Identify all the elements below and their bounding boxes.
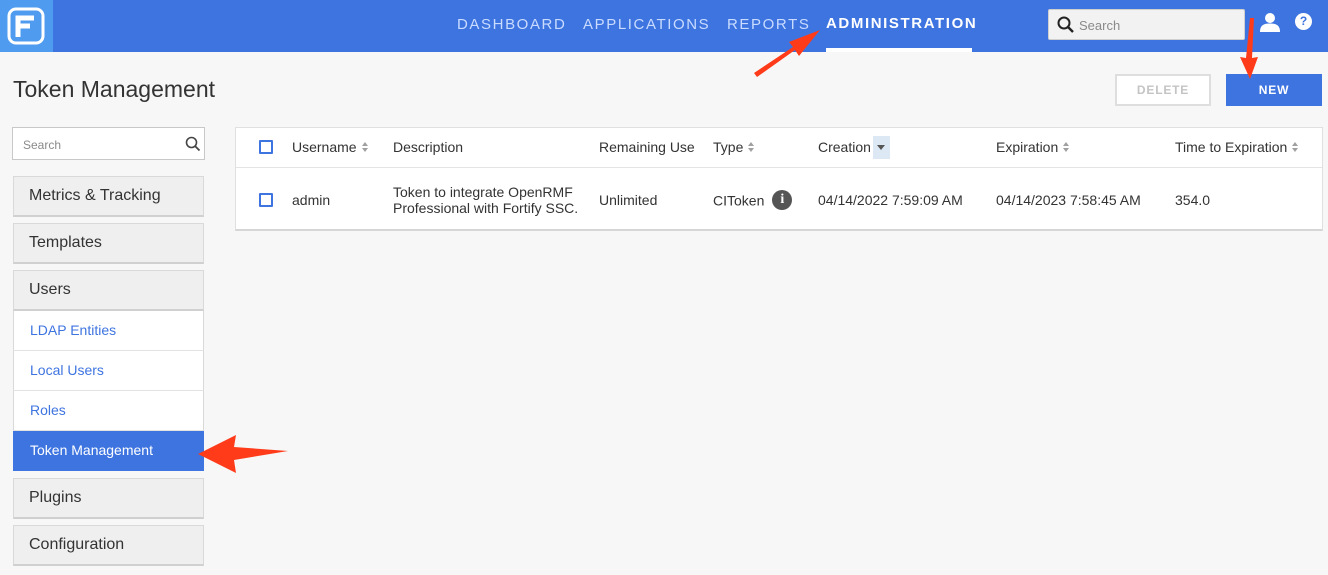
- sidebar-group-plugins[interactable]: Plugins: [13, 478, 204, 519]
- column-creation[interactable]: Creation: [818, 128, 890, 168]
- info-icon[interactable]: i: [772, 190, 793, 210]
- nav-dashboard[interactable]: DASHBOARD: [457, 0, 566, 52]
- sidebar-group-users[interactable]: Users: [13, 270, 204, 311]
- user-icon[interactable]: [1259, 11, 1281, 33]
- sidebar-item-token-management[interactable]: Token Management: [13, 431, 204, 471]
- sidebar-search[interactable]: [12, 127, 205, 160]
- arrow-to-token-management-icon: [198, 435, 288, 473]
- cell-description: Token to integrate OpenRMF Professional …: [393, 184, 579, 216]
- row-checkbox[interactable]: [259, 193, 273, 207]
- delete-button[interactable]: DELETE: [1115, 74, 1211, 106]
- sidebar-item-local-users[interactable]: Local Users: [13, 351, 204, 391]
- search-icon[interactable]: [185, 136, 201, 152]
- token-table: Username Description Remaining Use Type …: [235, 127, 1323, 231]
- top-bar: DASHBOARD APPLICATIONS REPORTS ADMINISTR…: [0, 0, 1328, 52]
- sort-icon: [1292, 141, 1299, 153]
- sort-icon: [748, 141, 755, 153]
- column-time-to-expiration[interactable]: Time to Expiration: [1175, 128, 1299, 168]
- cell-username: admin: [292, 192, 331, 208]
- global-search[interactable]: [1048, 9, 1245, 40]
- sort-icon: [1063, 141, 1070, 153]
- nav-reports[interactable]: REPORTS: [727, 0, 810, 52]
- sort-icon: [361, 141, 369, 153]
- column-remaining-use: Remaining Use: [599, 139, 695, 155]
- sidebar-group-configuration[interactable]: Configuration: [13, 525, 204, 566]
- new-button[interactable]: NEW: [1226, 74, 1322, 106]
- cell-type: CIToken i: [713, 190, 793, 212]
- column-expiration[interactable]: Expiration: [996, 128, 1070, 168]
- column-description: Description: [393, 139, 464, 155]
- search-icon: [1057, 16, 1074, 33]
- cell-expiration: 04/14/2023 7:58:45 AM: [996, 192, 1141, 208]
- sidebar-group-templates[interactable]: Templates: [13, 223, 204, 264]
- cell-type-label: CIToken: [713, 192, 765, 209]
- column-username[interactable]: Username: [292, 128, 369, 168]
- sidebar-group-metrics-tracking[interactable]: Metrics & Tracking: [13, 176, 204, 217]
- table-header: Username Description Remaining Use Type …: [236, 128, 1322, 168]
- cell-remaining-use: Unlimited: [599, 192, 658, 208]
- nav-applications[interactable]: APPLICATIONS: [583, 0, 710, 52]
- sidebar-item-roles[interactable]: Roles: [13, 391, 204, 431]
- column-type[interactable]: Type: [713, 128, 755, 168]
- sidebar-item-ldap-entities[interactable]: LDAP Entities: [13, 311, 204, 351]
- select-all-checkbox[interactable]: [259, 140, 273, 154]
- nav-administration[interactable]: ADMINISTRATION: [826, 0, 976, 52]
- global-search-input[interactable]: [1079, 16, 1239, 34]
- sidebar-search-input[interactable]: [23, 137, 173, 153]
- help-icon[interactable]: ?: [1295, 13, 1312, 30]
- page-title: Token Management: [13, 76, 216, 102]
- cell-creation: 04/14/2022 7:59:09 AM: [818, 192, 963, 208]
- fortify-logo-icon[interactable]: [0, 0, 53, 52]
- sort-descending-icon: [872, 135, 890, 159]
- cell-time-to-expiration: 354.0: [1175, 192, 1211, 208]
